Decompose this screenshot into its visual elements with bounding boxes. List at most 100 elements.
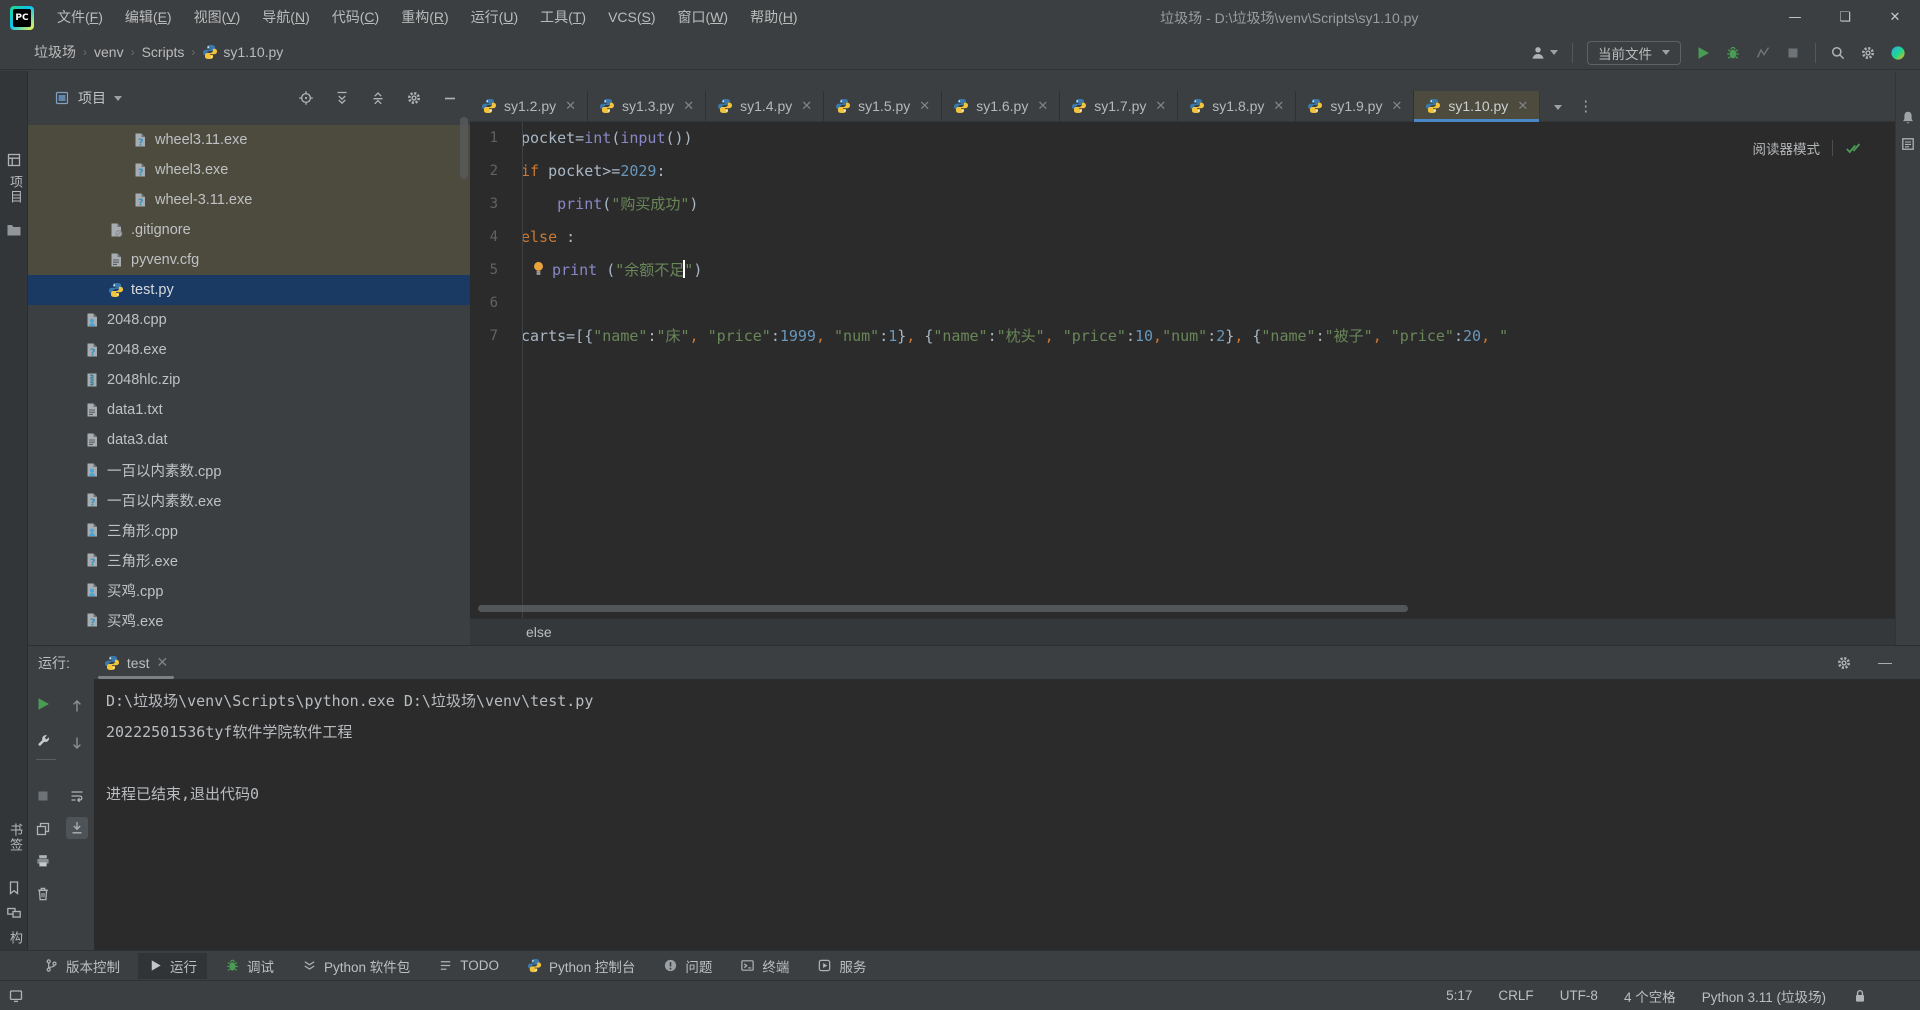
- toolwindow-button-调试[interactable]: 调试: [215, 953, 284, 979]
- tree-item-三角形.cpp[interactable]: 三角形.cpp: [28, 515, 470, 545]
- breadcrumb-item[interactable]: 垃圾场: [34, 42, 76, 62]
- menu-视图[interactable]: 视图(V): [183, 0, 252, 35]
- run-tab-close-icon[interactable]: ✕: [156, 654, 168, 671]
- close-button[interactable]: ✕: [1870, 0, 1920, 35]
- tab-close-icon[interactable]: ✕: [801, 98, 812, 114]
- menu-代码[interactable]: 代码(C): [321, 0, 390, 35]
- debug-button[interactable]: [1725, 45, 1741, 61]
- toolwindow-button-运行[interactable]: 运行: [138, 952, 207, 979]
- layout-icon[interactable]: [8, 987, 24, 1003]
- tree-item-wheel-3.11.exe[interactable]: ? wheel-3.11.exe: [28, 185, 470, 215]
- status-encoding[interactable]: UTF-8: [1560, 988, 1598, 1003]
- console-up-button[interactable]: [66, 695, 88, 717]
- tree-item-data3.dat[interactable]: data3.dat: [28, 425, 470, 455]
- toolwindow-button-服务[interactable]: 服务: [807, 953, 876, 979]
- tab-close-icon[interactable]: ✕: [1037, 98, 1048, 114]
- tree-item-pyvenv.cfg[interactable]: pyvenv.cfg: [28, 245, 470, 275]
- toolwindow-button-Python 控制台[interactable]: Python 控制台: [517, 953, 645, 979]
- editor-tab-sy1.2.py[interactable]: sy1.2.py ✕: [470, 91, 589, 121]
- run-printer-button[interactable]: [32, 850, 54, 872]
- tree-item-wheel3.11.exe[interactable]: ? wheel3.11.exe: [28, 125, 470, 155]
- maximize-button[interactable]: ❏: [1820, 0, 1870, 35]
- tab-close-icon[interactable]: ✕: [565, 98, 576, 114]
- tab-options-button[interactable]: ⋮: [1578, 97, 1593, 115]
- run-wrench-button[interactable]: [32, 730, 54, 752]
- toolwindow-button-TODO[interactable]: TODO: [428, 953, 509, 979]
- menu-重构[interactable]: 重构(R): [390, 0, 459, 35]
- tree-item-2048.exe[interactable]: ? 2048.exe: [28, 335, 470, 365]
- intention-bulb-icon[interactable]: [530, 256, 547, 289]
- project-expand-all-button[interactable]: [334, 89, 350, 107]
- menu-帮助[interactable]: 帮助(H): [739, 0, 808, 35]
- tab-close-icon[interactable]: ✕: [919, 98, 930, 114]
- stripe-bookmarks-label[interactable]: 书签: [6, 823, 25, 853]
- minimize-button[interactable]: —: [1770, 0, 1820, 35]
- run-tab-test[interactable]: test ✕: [97, 646, 175, 679]
- editor-tab-sy1.4.py[interactable]: sy1.4.py ✕: [706, 91, 825, 121]
- console-down-button[interactable]: [66, 732, 88, 754]
- run-console-output[interactable]: D:\垃圾场\venv\Scripts\python.exe D:\垃圾场\ve…: [94, 679, 1920, 950]
- stop-button[interactable]: [1785, 45, 1801, 61]
- user-account-button[interactable]: [1530, 45, 1558, 61]
- run-button[interactable]: [1695, 45, 1711, 61]
- tree-item-三角形.exe[interactable]: ? 三角形.exe: [28, 545, 470, 575]
- toolwindow-button-Python 软件包[interactable]: Python 软件包: [292, 953, 420, 979]
- search-everywhere-button[interactable]: [1830, 45, 1846, 61]
- menu-窗口[interactable]: 窗口(W): [667, 0, 740, 35]
- menu-文件[interactable]: 文件(F): [46, 0, 114, 35]
- run-play-button[interactable]: [32, 693, 54, 715]
- menu-编辑[interactable]: 编辑(E): [114, 0, 183, 35]
- project-view-selector[interactable]: 项目: [54, 88, 122, 108]
- menu-运行[interactable]: 运行(U): [460, 0, 529, 35]
- status-caret-position[interactable]: 5:17: [1446, 988, 1472, 1003]
- project-tool-icon[interactable]: [6, 151, 22, 169]
- project-collapse-all-button[interactable]: [370, 89, 386, 107]
- editor-tab-sy1.10.py[interactable]: sy1.10.py ✕: [1414, 91, 1541, 122]
- tab-close-icon[interactable]: ✕: [1517, 98, 1528, 114]
- run-hide-button[interactable]: —: [1878, 654, 1892, 671]
- monitors-icon[interactable]: [6, 904, 22, 922]
- menu-VCS[interactable]: VCS(S): [597, 0, 666, 35]
- run-stop-button[interactable]: [32, 785, 54, 807]
- tab-close-icon[interactable]: ✕: [1273, 98, 1284, 114]
- status-indent[interactable]: 4 个空格: [1624, 986, 1676, 1006]
- toolwindow-button-版本控制[interactable]: 版本控制: [34, 953, 130, 979]
- toolwindow-button-问题[interactable]: 问题: [653, 953, 722, 979]
- tree-item-一百以内素数.exe[interactable]: ? 一百以内素数.exe: [28, 485, 470, 515]
- editor-tab-sy1.3.py[interactable]: sy1.3.py ✕: [588, 91, 707, 121]
- tree-scrollbar[interactable]: [460, 117, 468, 179]
- run-trash-button[interactable]: [32, 883, 54, 905]
- menu-导航[interactable]: 导航(N): [251, 0, 320, 35]
- tree-item-2048.cpp[interactable]: 2048.cpp: [28, 305, 470, 335]
- editor-tab-sy1.8.py[interactable]: sy1.8.py ✕: [1178, 91, 1297, 121]
- run-configuration-select[interactable]: 当前文件: [1587, 40, 1681, 65]
- project-minimize-button[interactable]: [442, 89, 458, 107]
- tab-close-icon[interactable]: ✕: [1391, 98, 1402, 114]
- tree-item-wheel3.exe[interactable]: ? wheel3.exe: [28, 155, 470, 185]
- project-locate-button[interactable]: [298, 89, 314, 107]
- profiler-button[interactable]: [1755, 45, 1771, 61]
- console-softwrap-button[interactable]: [66, 785, 88, 807]
- settings-button[interactable]: [1860, 45, 1876, 61]
- editor-hscrollbar[interactable]: [478, 605, 1879, 612]
- tab-close-icon[interactable]: ✕: [683, 98, 694, 114]
- hidden-tabs-button[interactable]: [1554, 97, 1563, 115]
- ide-promo-button[interactable]: [1890, 45, 1906, 61]
- menu-工具[interactable]: 工具(T): [529, 0, 597, 35]
- tree-item-data1.txt[interactable]: data1.txt: [28, 395, 470, 425]
- editor-tab-sy1.7.py[interactable]: sy1.7.py ✕: [1060, 91, 1179, 121]
- breadcrumb-item[interactable]: Scripts: [142, 44, 185, 60]
- annotate-icon[interactable]: [1900, 135, 1916, 153]
- breadcrumb-item[interactable]: sy1.10.py: [202, 44, 283, 60]
- status-line-ending[interactable]: CRLF: [1498, 988, 1533, 1003]
- readonly-lock-button[interactable]: [1852, 987, 1868, 1003]
- project-gear-button[interactable]: [406, 89, 422, 107]
- toolwindow-button-终端[interactable]: 终端: [730, 953, 799, 979]
- breadcrumb-item[interactable]: venv: [94, 44, 124, 60]
- run-restore-button[interactable]: [32, 818, 54, 840]
- status-interpreter[interactable]: Python 3.11 (垃圾场): [1702, 986, 1826, 1006]
- reader-mode-widget[interactable]: 阅读器模式: [1753, 138, 1862, 158]
- editor-tab-sy1.9.py[interactable]: sy1.9.py ✕: [1296, 91, 1415, 121]
- console-scrollend-button[interactable]: [66, 817, 88, 839]
- tab-close-icon[interactable]: ✕: [1155, 98, 1166, 114]
